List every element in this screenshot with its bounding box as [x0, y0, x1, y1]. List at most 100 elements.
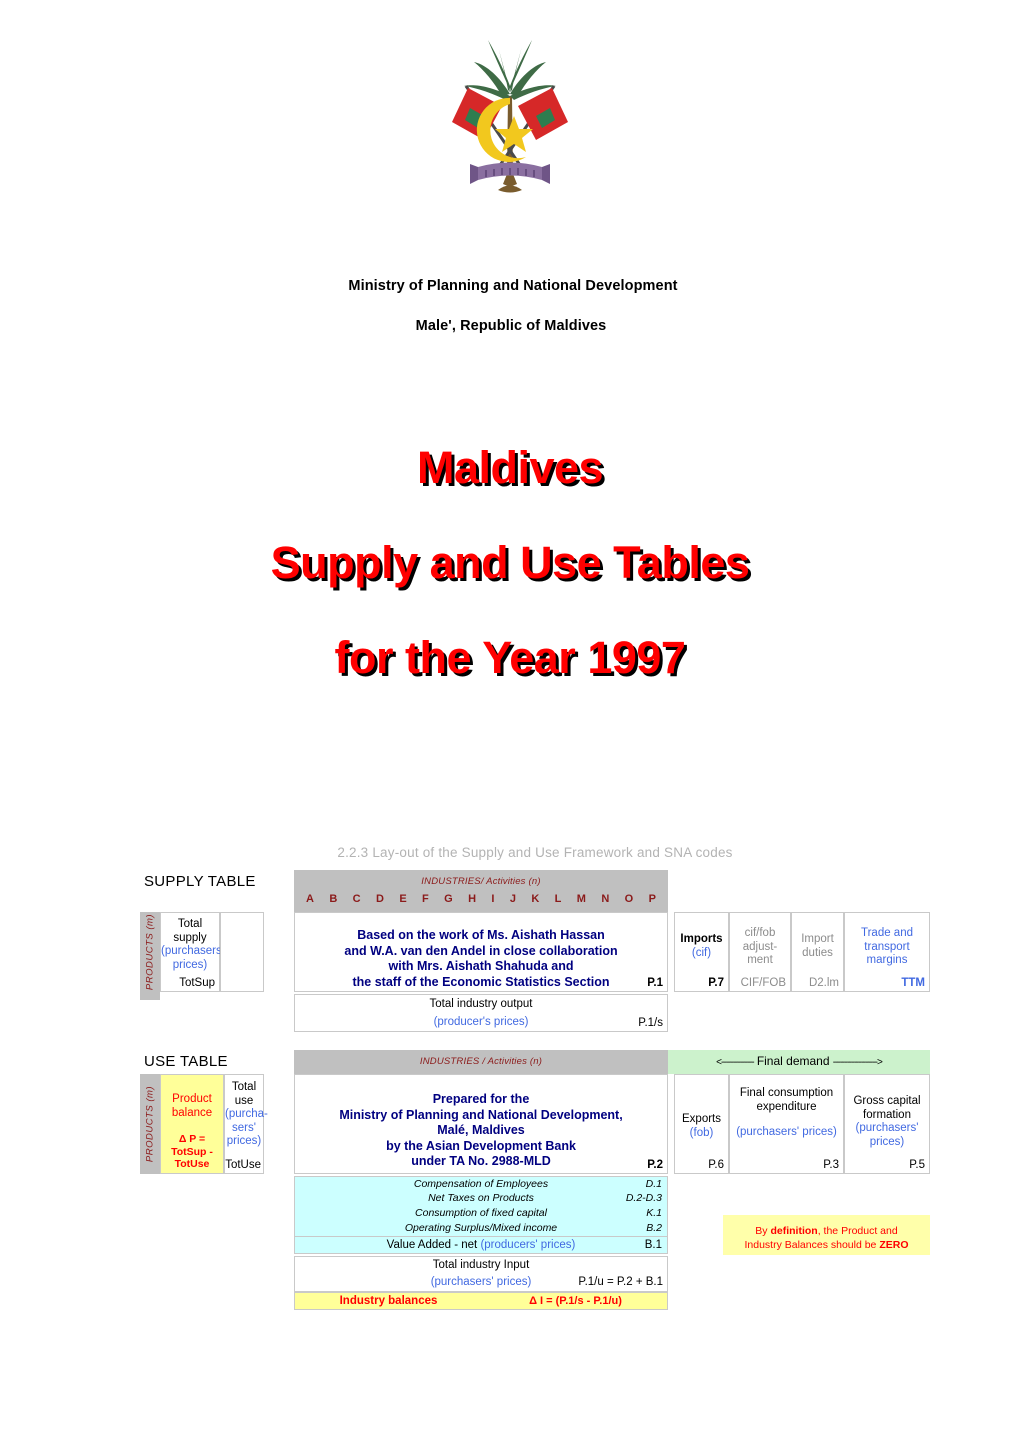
note-l2a: Industry Balances should be	[744, 1239, 880, 1251]
total-supply-l1: Total	[177, 918, 203, 930]
use-table-label: USE TABLE	[144, 1053, 228, 1070]
value-added-row-label: Consumption of fixed capital	[415, 1207, 547, 1219]
duties-l2: duties	[802, 946, 833, 959]
title-line-subject: Supply and Use Tables	[270, 537, 750, 588]
use-products-axis: PRODUCTS (m)	[140, 1074, 160, 1174]
use-note-l4: by the Asian Development Bank	[386, 1138, 576, 1153]
supply-industries-band: INDUSTRIES/ Activities (n) A B C D E F G H I J K L M…	[294, 870, 668, 912]
note-bold-definition: definition	[770, 1225, 818, 1237]
imports-cell: Imports (cif) P.7	[674, 912, 729, 992]
title-line-year: for the Year 1997	[334, 632, 686, 683]
title-line-country: Maldives	[416, 442, 604, 493]
final-demand-label: Final demand	[756, 1054, 830, 1068]
industry-letter-j: J	[509, 893, 516, 905]
output-row-code: P.1/s	[638, 1017, 663, 1029]
supply-use-framework-diagram: 2.2.3 Lay-out of the Supply and Use Fram…	[140, 845, 930, 1315]
total-supply-cell: Total supply (purchasers' prices) TotSup	[160, 912, 224, 992]
supply-axis-foot	[140, 992, 160, 1000]
supply-products-axis: PRODUCTS (m)	[140, 912, 160, 992]
value-added-row: Operating Surplus/Mixed income B.2	[294, 1221, 668, 1236]
gross-capital-l3: (purchasers'	[855, 1122, 919, 1134]
maldives-national-emblem-icon	[452, 40, 568, 193]
total-use-l2: use	[234, 1094, 254, 1107]
exports-l2: (fob)	[689, 1126, 714, 1139]
supply-table-label: SUPPLY TABLE	[144, 873, 256, 890]
industry-letter-d: D	[375, 893, 384, 905]
value-added-row-code: D.2-D.3	[625, 1192, 662, 1204]
use-note-l2: Ministry of Planning and National Develo…	[339, 1107, 623, 1122]
value-added-row-label: Net Taxes on Products	[428, 1192, 534, 1204]
industry-balances-formula: Δ I = (P.1/s - P.1/u)	[529, 1295, 622, 1307]
use-note-l3: Malé, Maldives	[437, 1123, 525, 1137]
note-mid: , the Product and	[817, 1225, 898, 1237]
gross-capital-formation-cell: Gross capital formation (purchasers' pri…	[844, 1074, 930, 1174]
industry-balances-row: Industry balances Δ I = (P.1/s - P.1/u)	[294, 1292, 668, 1310]
total-supply-l2: supply	[173, 931, 207, 944]
note-bold-zero: ZERO	[879, 1239, 909, 1251]
use-industries-title: INDUSTRIES / Activities (n)	[419, 1056, 543, 1067]
final-consumption-code: P.3	[823, 1159, 839, 1171]
industry-letter-k: K	[531, 893, 540, 905]
industry-letter-e: E	[399, 893, 407, 905]
ciffob-l1: cif/fob	[744, 927, 776, 939]
gross-capital-l1: Gross capital	[853, 1095, 921, 1107]
supply-industries-title: INDUSTRIES/ Activities (n)	[421, 876, 541, 887]
final-demand-arrow-left: <--------------	[716, 1057, 754, 1068]
total-supply-l4: prices)	[172, 958, 208, 971]
value-added-row-code: D.1	[645, 1178, 662, 1190]
supply-note-l2: and W.A. van den Andel in close collabor…	[344, 943, 618, 958]
document-title: Maldives Supply and Use Tables for the Y…	[0, 445, 1020, 680]
industry-letter-l: L	[554, 893, 562, 905]
supply-spacer-cell	[220, 912, 264, 992]
value-added-row: Net Taxes on Products D.2-D.3	[294, 1191, 668, 1206]
value-added-row: Consumption of fixed capital K.1	[294, 1206, 668, 1221]
final-demand-band: <-------------- Final demand -----------…	[668, 1050, 930, 1074]
total-use-l5: prices)	[226, 1135, 262, 1147]
final-consumption-expenditure-cell: Final consumption expenditure (purchaser…	[729, 1074, 844, 1174]
duties-l1: Import	[801, 933, 834, 945]
balance-definition-note: By definition, the Product and Industry …	[723, 1215, 930, 1255]
gross-capital-l4: prices)	[869, 1135, 905, 1148]
product-balance-l2: balance	[171, 1106, 213, 1119]
final-consumption-l3: (purchasers' prices)	[736, 1126, 837, 1138]
margins-l1: Trade and	[861, 927, 913, 939]
final-consumption-l2: expenditure	[756, 1100, 817, 1113]
note-pre: By	[755, 1225, 771, 1237]
industry-letter-f: F	[422, 893, 429, 905]
industry-balances-label: Industry balances	[339, 1295, 438, 1307]
supply-note-l3: with Mrs. Aishath Shahuda and	[388, 959, 574, 973]
value-added-row: Compensation of Employees D.1	[294, 1176, 668, 1191]
exports-l1: Exports	[682, 1113, 721, 1125]
value-added-row-code: K.1	[646, 1207, 662, 1219]
industry-letter-a: A	[306, 893, 314, 905]
final-consumption-l1: Final consumption	[739, 1087, 834, 1099]
value-added-net-paren: (producers' prices)	[480, 1239, 576, 1251]
ciffob-l2: adjust-	[742, 940, 778, 953]
use-note-l5: under TA No. 2988-MLD	[411, 1154, 551, 1168]
supply-note-l1: Based on the work of Ms. Aishath Hassan	[357, 928, 605, 942]
exports-cell: Exports (fob) P.6	[674, 1074, 729, 1174]
ministry-header: Ministry of Planning and National Develo…	[0, 278, 1020, 334]
imports-code: P.7	[708, 977, 724, 989]
value-added-row-label: Compensation of Employees	[413, 1178, 549, 1190]
gross-capital-l2: formation	[863, 1108, 911, 1121]
product-balance-f1: Δ P =	[178, 1133, 206, 1145]
industry-letter-o: O	[624, 893, 634, 905]
industry-letter-i: I	[491, 893, 495, 905]
margins-code: TTM	[901, 977, 925, 989]
total-industry-input-cell: Total industry Input (purchasers' prices…	[294, 1256, 668, 1292]
diagram-caption: 2.2.3 Lay-out of the Supply and Use Fram…	[337, 845, 733, 860]
final-demand-arrow-right: ------------------->	[832, 1057, 883, 1068]
imports-l2: (cif)	[691, 946, 712, 959]
industry-letter-c: C	[352, 893, 361, 905]
output-row-l1: Total industry output	[429, 998, 533, 1010]
total-use-cell: Total use (purcha- sers' prices) TotUse	[224, 1074, 268, 1174]
emblem-container	[0, 24, 1020, 221]
total-input-code: P.1/u = P.2 + B.1	[578, 1276, 663, 1288]
gross-capital-code: P.5	[909, 1159, 925, 1171]
value-added-net-row: Value Added - net (producers' prices) B.…	[294, 1236, 668, 1254]
duties-code: D2.lm	[808, 977, 839, 989]
product-balance-f3: TotUse	[174, 1158, 210, 1170]
ministry-location: Male', Republic of Maldives	[415, 318, 607, 334]
imports-l1: Imports	[680, 933, 723, 945]
